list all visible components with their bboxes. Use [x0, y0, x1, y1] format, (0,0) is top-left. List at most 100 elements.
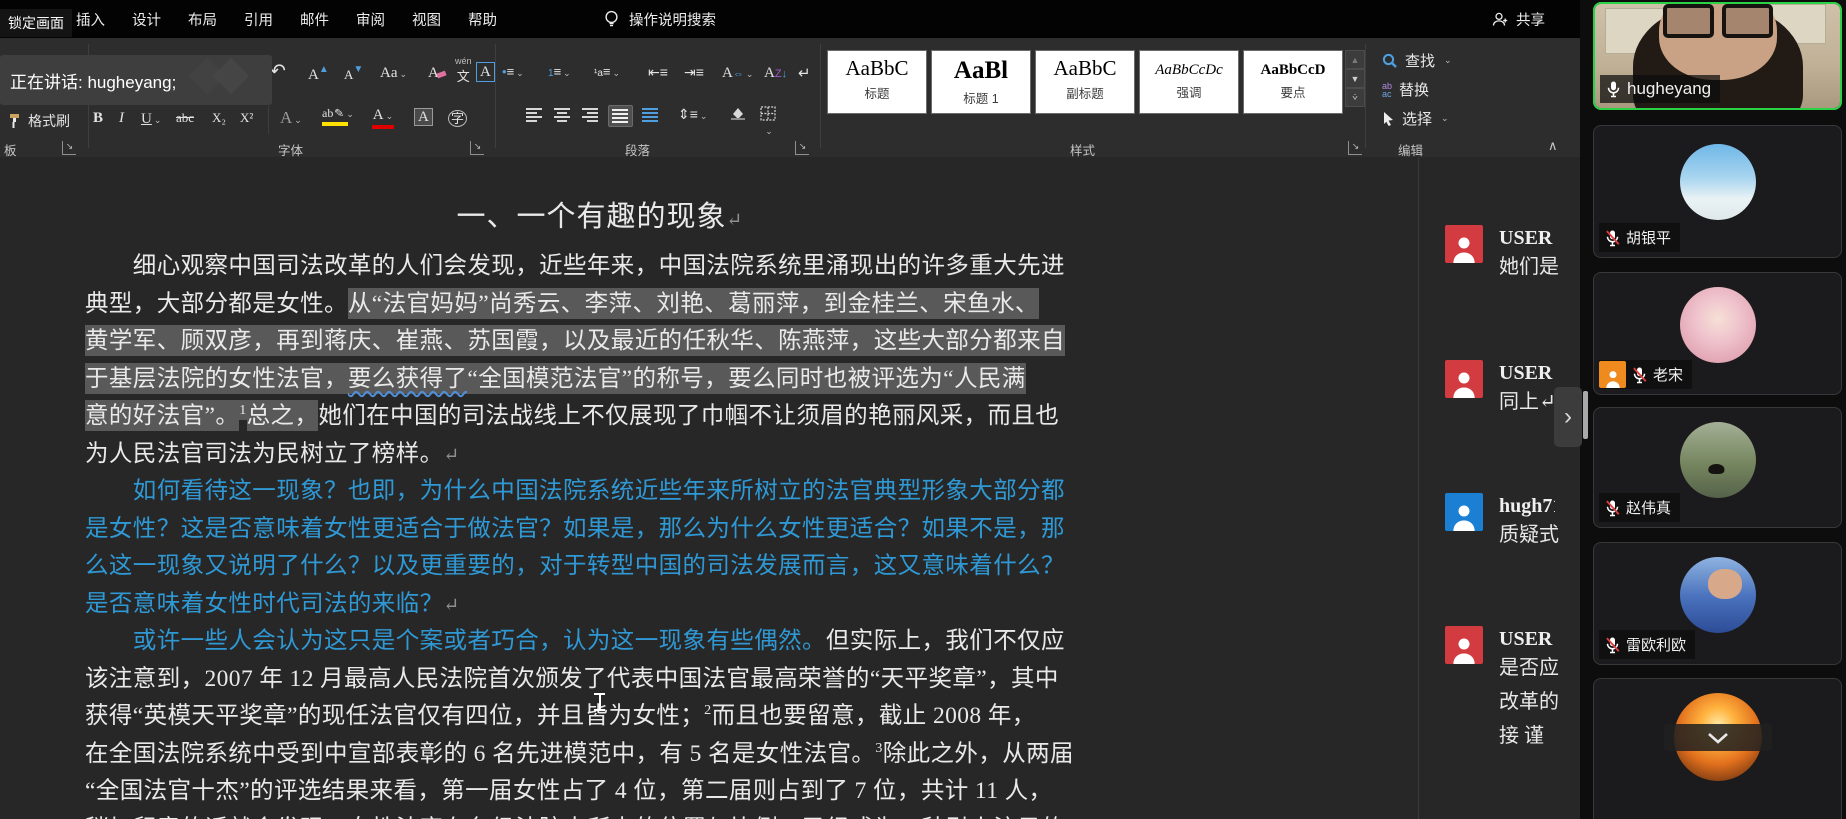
justify-button[interactable] — [608, 105, 633, 127]
enclose-characters-button[interactable]: 字 — [448, 108, 467, 127]
text-highlight-button[interactable]: ab✏⌄ — [322, 106, 354, 126]
document-text-line: 是否意味着女性时代司法的来临？↵ — [85, 584, 1115, 618]
paragraph-dialog-launcher[interactable]: ↘ — [795, 141, 809, 155]
person-plus-icon — [1492, 11, 1509, 28]
underline-button[interactable]: U⌄ — [141, 110, 161, 128]
document-text-line: 该注意到，2007 年 12 月最高人民法院首次颁发了代表中国法官最高荣誉的“天… — [85, 659, 1115, 693]
bullet-list-button[interactable]: •≡⌄ — [502, 64, 524, 79]
video-tile-hugheyang[interactable]: hugheyang — [1593, 2, 1842, 110]
document-canvas[interactable]: 一、一个有趣的现象↵ 细心观察中国司法改革的人们会发现，近些年来，中国法院系统里… — [0, 157, 1418, 819]
ribbon: 正在讲话: hugheyang; 格式刷 板 ↘ ↶ A▲ A▼ Aa⌄ A w… — [0, 38, 1580, 158]
clear-formatting-button[interactable]: A — [428, 64, 446, 82]
tab-references[interactable]: 引用 — [244, 9, 273, 30]
text-segment: 黄学军、顾双彦，再到蒋庆、崔燕、苏国霞，以及最近的任秋华、陈燕萍，这些大部分都来… — [85, 328, 1065, 354]
document-text-line: 么这一现象又说明了什么？以及更重要的，对于转型中国的司法发展而言，这又意味着什么… — [85, 546, 1115, 580]
document-text-line: “全国法官十杰”的评选结果来看，第一届女性占了 4 位，第二届则占到了 7 位，… — [85, 771, 1115, 805]
multilevel-list-button[interactable]: ¹a≡⌄ — [594, 64, 620, 79]
character-shading-button[interactable]: A — [414, 108, 433, 126]
text-segment: 或许一些人会认为这只是个案或者巧合，认为这一现象有些偶然。 — [85, 628, 826, 654]
font-dialog-launcher[interactable]: ↘ — [470, 141, 484, 155]
phonetic-guide-button[interactable]: wén文 — [455, 56, 472, 85]
borders-button[interactable]: ⌄ — [760, 106, 776, 138]
align-left-button[interactable] — [526, 108, 543, 122]
change-case-button[interactable]: Aa⌄ — [380, 64, 407, 82]
participant-name-bar: 胡银平 — [1599, 223, 1680, 252]
document-title-line: 一、一个有趣的现象↵ — [85, 193, 1115, 235]
video-tile[interactable]: 赵伟真 — [1593, 407, 1842, 528]
video-tile[interactable]: 胡银平 — [1593, 125, 1842, 258]
bold-button[interactable]: B — [93, 110, 103, 127]
chat-panel-expand-handle[interactable]: › — [1554, 387, 1582, 447]
meeting-lock-screen-overlay[interactable]: 锁定画面 — [0, 9, 72, 37]
text-segment: 如何看待这一现象？也即，为什么中国法院系统近些年来所树立的法官典型形象大部分都 — [85, 478, 1065, 504]
decrease-indent-button[interactable]: ⇤≡ — [648, 64, 668, 81]
tab-review[interactable]: 审阅 — [356, 9, 385, 30]
scroll-more-participants-button[interactable] — [1664, 724, 1772, 751]
tab-insert[interactable]: 插入 — [76, 9, 105, 30]
text-segment: 为人民法官司法为民树立了榜样。 — [85, 441, 444, 467]
font-color-button[interactable]: A⌄ — [372, 106, 394, 129]
format-painter-icon — [8, 113, 23, 129]
asian-layout-button[interactable]: A⇔⌄ — [722, 64, 753, 82]
group-divider — [820, 44, 821, 148]
document-text-line: 于基层法院的女性法官，要么获得了“全国模范法官”的称号，要么同时也被评选为“人民… — [85, 359, 1115, 393]
style-card-keypoints[interactable]: AaBbCcD 要点 — [1243, 50, 1343, 114]
distribute-button[interactable] — [642, 108, 659, 122]
tab-design[interactable]: 设计 — [132, 9, 161, 30]
tab-layout[interactable]: 布局 — [188, 9, 217, 30]
vertical-scrollbar-thumb[interactable] — [1583, 391, 1588, 439]
styles-scroll-down-button[interactable]: ▼ — [1345, 69, 1365, 88]
share-button[interactable]: 共享 — [1492, 0, 1545, 38]
text-segment: 1 — [239, 403, 246, 418]
tab-view[interactable]: 视图 — [412, 9, 441, 30]
word-menubar: 开始 插入 设计 布局 引用 邮件 审阅 视图 帮助 操作说明搜索 — [0, 0, 1580, 38]
select-button[interactable]: 选择⌄ — [1382, 108, 1449, 129]
style-card-heading1[interactable]: AaBl 标题 1 — [931, 50, 1031, 114]
shrink-font-button[interactable]: A▼ — [344, 64, 363, 83]
styles-scroll-up-button[interactable]: ▲ — [1345, 50, 1365, 69]
tab-mailings[interactable]: 邮件 — [300, 9, 329, 30]
tell-me-search[interactable]: 操作说明搜索 — [604, 0, 716, 38]
document-text-line: 如何看待这一现象？也即，为什么中国法院系统近些年来所树立的法官典型形象大部分都 — [85, 471, 1115, 505]
styles-dialog-launcher[interactable]: ↘ — [1348, 141, 1362, 155]
document-text-line: 是女性？这是否意味着女性更适合于做法官？如果是，那么为什么女性更适合？如果不是，… — [85, 509, 1115, 543]
strikethrough-button[interactable]: abc — [176, 110, 194, 126]
show-hide-marks-button[interactable]: ↵ — [798, 64, 811, 82]
chat-message: USER 同上↵ — [1445, 360, 1556, 419]
clipboard-dialog-launcher[interactable]: ↘ — [62, 141, 76, 155]
video-tile[interactable] — [1593, 678, 1842, 819]
align-right-button[interactable] — [582, 108, 599, 122]
text-effects-button[interactable]: A⌄ — [280, 108, 302, 128]
text-segment: ↵ — [444, 445, 460, 466]
meeting-chat-strip: USER 她们是 USER 同上↵ hugh71 质疑式 — [1418, 157, 1581, 819]
video-tile[interactable]: 雷欧利欧 — [1593, 542, 1842, 665]
text-segment: 细心观察中国司法改革的人们会发现，近些年来，中国法院系统里涌现出的许多重大先进 — [85, 253, 1065, 279]
styles-more-button[interactable]: ⩒ — [1345, 88, 1365, 107]
text-segment: 是否意味着女性时代司法的来临？ — [85, 591, 444, 617]
shading-bucket-button[interactable] — [730, 106, 746, 121]
undo-icon[interactable]: ↶ — [270, 60, 286, 83]
collapse-ribbon-button[interactable]: ∧ — [1548, 138, 1558, 154]
text-segment: 于基层法院的女性法官， — [85, 366, 348, 392]
replace-button[interactable]: abac 替换 — [1382, 79, 1429, 100]
find-button[interactable]: 查找⌄ — [1382, 50, 1452, 71]
italic-button[interactable]: I — [119, 110, 124, 127]
line-spacing-button[interactable]: ⇕≡⌄ — [678, 106, 707, 123]
style-card-emphasis[interactable]: AaBbCcDc 强调 — [1139, 50, 1239, 114]
character-border-button[interactable]: A — [476, 62, 495, 82]
format-painter-button[interactable]: 格式刷 — [8, 111, 70, 131]
tab-help[interactable]: 帮助 — [468, 9, 497, 30]
superscript-button[interactable]: X² — [240, 110, 253, 126]
subscript-button[interactable]: X₂ — [212, 110, 226, 126]
align-center-button[interactable] — [554, 108, 571, 122]
sort-button[interactable]: AZ↓ — [764, 64, 787, 82]
participant-avatar — [1680, 144, 1756, 220]
style-card-title[interactable]: AaBbC 标题 — [827, 50, 927, 114]
document-text-line: 在全国法院系统中受到中宣部表彰的 6 名先进模范中，有 5 名是女性法官。3除此… — [85, 734, 1115, 768]
numbered-list-button[interactable]: 1≡⌄ — [548, 64, 571, 79]
video-tile[interactable]: 老宋 — [1593, 272, 1842, 395]
grow-font-button[interactable]: A▲ — [308, 64, 329, 84]
style-card-subtitle[interactable]: AaBbC 副标题 — [1035, 50, 1135, 114]
increase-indent-button[interactable]: ⇥≡ — [684, 64, 704, 81]
text-segment: 3 — [875, 741, 882, 756]
